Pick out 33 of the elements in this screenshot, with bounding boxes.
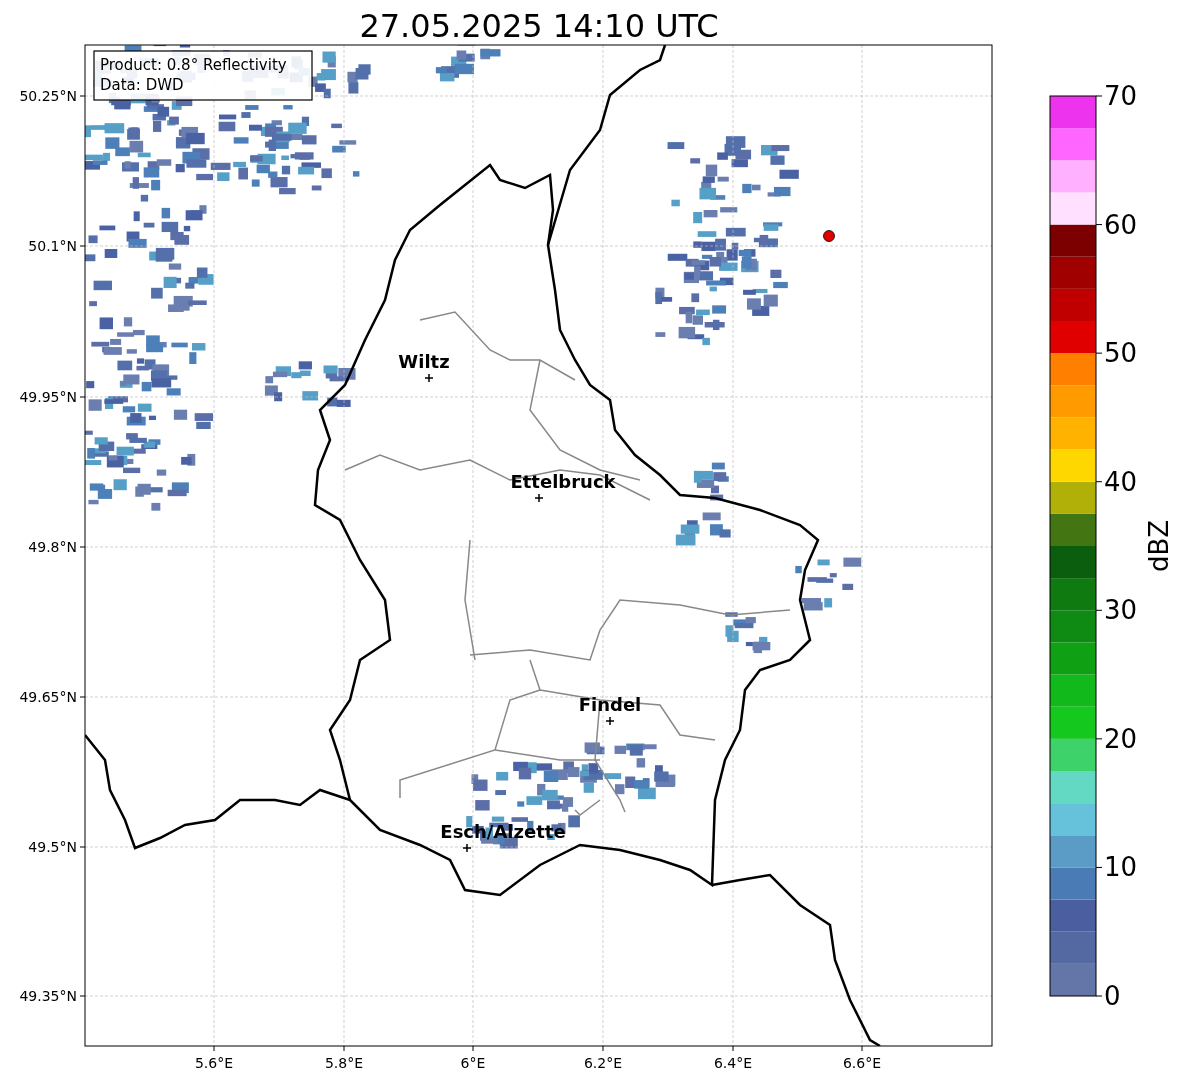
city-label: Findel [578,694,642,715]
axis-tick-label: 6.4°E [713,1055,753,1071]
colorbar-tick-label: 70 [1104,81,1138,111]
city-label: Ettelbruck [510,471,616,492]
axis-tick-label: 5.6°E [194,1055,234,1071]
axis-tick-label: 49.8°N [28,539,77,555]
colorbar-tick-label: 30 [1104,595,1138,626]
location-dot [823,230,835,242]
city-marker-icon [534,493,544,503]
legend-text: Product: 0.8° Reflectivity [100,56,287,74]
colorbar-tick-label: 10 [1104,852,1138,883]
colorbar-tick-label: 0 [1104,981,1121,1011]
city-marker-icon [462,843,472,853]
legend-text: Data: DWD [100,76,184,94]
colorbar-tick-label: 60 [1104,209,1138,240]
axis-tick-label: 6.2°E [583,1055,623,1071]
axis-tick-label: 6.6°E [842,1055,882,1071]
city-label: Wiltz [398,351,450,372]
axis-tick-label: 50.1°N [28,238,77,254]
city-marker-icon [424,373,434,383]
axis-tick-label: 5.8°E [324,1055,364,1071]
axis-tick-label: 49.5°N [28,839,77,855]
colorbar-label: dBZ [1144,519,1174,573]
chart-title: 27.05.2025 14:10 UTC [359,7,719,45]
axis-tick-label: 50.25°N [19,88,77,104]
colorbar-tick-label: 50 [1104,338,1138,369]
colorbar-tick-label: 20 [1104,723,1138,754]
city-marker-icon [605,716,615,726]
axis-tick-label: 49.95°N [19,389,77,405]
colorbar-tick-label: 40 [1104,466,1138,497]
axis-tick-label: 6°E [460,1055,486,1071]
axis-tick-label: 49.35°N [19,988,77,1004]
axis-tick-label: 49.65°N [19,689,77,705]
